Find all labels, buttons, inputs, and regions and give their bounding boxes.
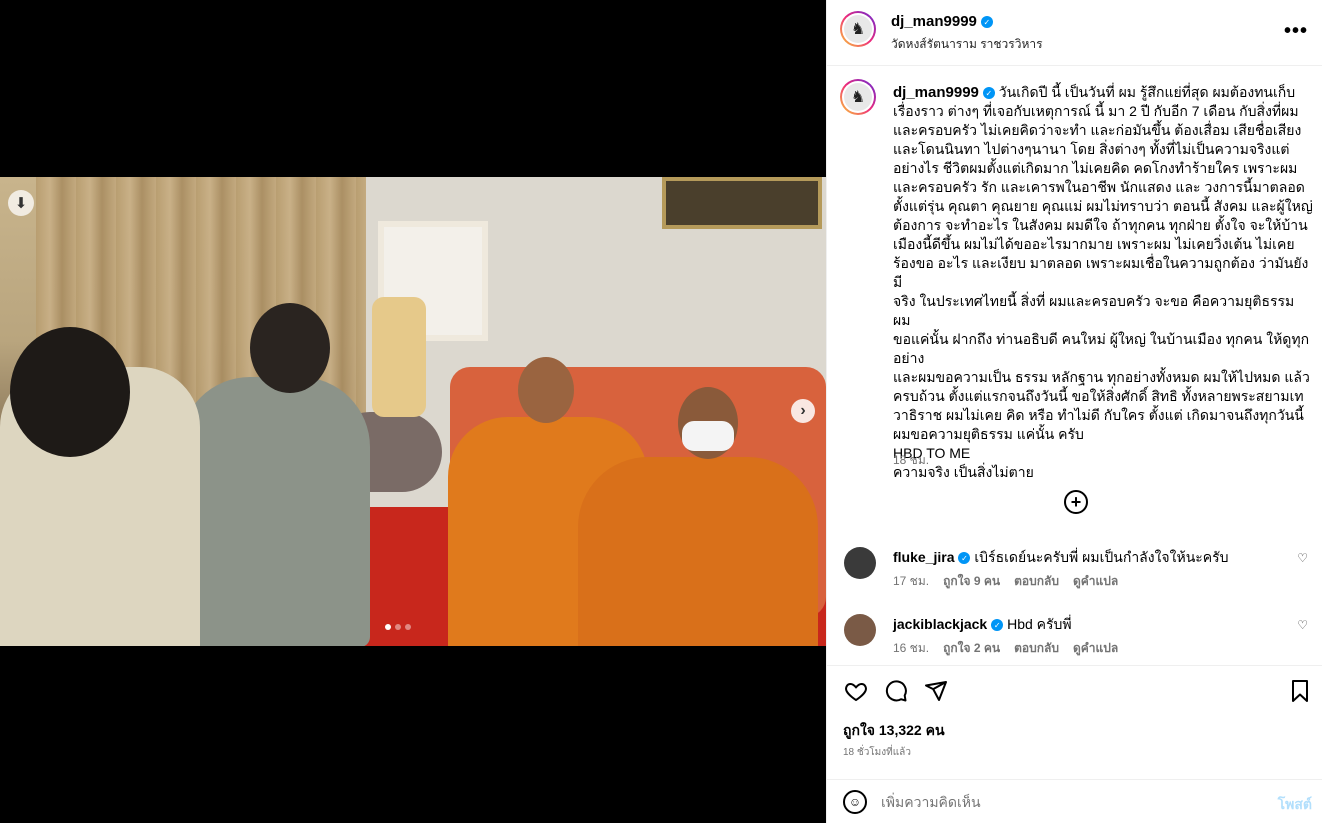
- comment-avatar[interactable]: [844, 614, 876, 646]
- heart-icon[interactable]: ♡: [1297, 551, 1308, 565]
- caption: dj_man9999 ✓ วันเกิดปี นี้ เป็นวันที่ ผม …: [893, 83, 1313, 482]
- comment-text: เบิร์ธเดย์นะครับพี่ ผมเป็นกำลังใจให้นะคร…: [974, 549, 1229, 565]
- heart-icon[interactable]: ♡: [1297, 618, 1308, 632]
- photo-man: [180, 303, 370, 646]
- post-comment-button[interactable]: โพสต์: [1278, 794, 1312, 816]
- comment-icon[interactable]: [883, 678, 909, 704]
- chevron-right-icon[interactable]: ›: [791, 399, 815, 423]
- photo-face-mask: [682, 421, 734, 451]
- photo-offering: [372, 297, 426, 417]
- avatar-ring[interactable]: ♞: [840, 11, 876, 47]
- carousel-dot: [395, 624, 401, 630]
- bookmark-icon[interactable]: [1287, 678, 1313, 704]
- caption-text: วันเกิดปี นี้ เป็นวันที่ ผม รู้สึกแย่ที่…: [893, 84, 1313, 480]
- action-bar: ถูกใจ 13,322 คน 18 ชั่วโมงที่แล้ว: [827, 665, 1322, 787]
- comment-username[interactable]: jackiblackjack: [893, 616, 987, 632]
- caption-username[interactable]: dj_man9999: [893, 84, 979, 101]
- verified-badge-icon: ✓: [958, 552, 971, 565]
- media-viewer: ⬇ ›: [0, 0, 826, 823]
- username-text[interactable]: dj_man9999: [891, 13, 977, 30]
- avatar: ♞: [844, 83, 872, 111]
- send-icon[interactable]: [923, 678, 949, 704]
- comment-item: fluke_jira ✓ เบิร์ธเดย์นะครับพี่ ผมเป็นกำ…: [827, 547, 1322, 607]
- comment-meta: 17 ชม. ถูกใจ 9 คน ตอบกลับ ดูคำแปล: [893, 572, 1118, 591]
- comment-text: Hbd ครับพี่: [1007, 616, 1072, 632]
- comment-reply-button[interactable]: ตอบกลับ: [1014, 572, 1059, 591]
- comment-input[interactable]: [881, 790, 1241, 814]
- post-timestamp: 18 ชั่วโมงที่แล้ว: [843, 747, 911, 758]
- likes-count[interactable]: ถูกใจ 13,322 คน: [843, 720, 945, 742]
- plus-circle-icon[interactable]: +: [1064, 490, 1088, 514]
- photo-woman-head: [10, 327, 130, 457]
- post-header: ♞ dj_man9999 ✓ วัดหงส์รัตนาราม ราชวรวิหาร…: [827, 0, 1322, 66]
- heart-icon[interactable]: [843, 678, 869, 704]
- comment-likes[interactable]: ถูกใจ 2 คน: [943, 639, 1000, 658]
- more-options-icon[interactable]: •••: [1284, 20, 1308, 43]
- comment-likes[interactable]: ถูกใจ 9 คน: [943, 572, 1000, 591]
- download-arrow-icon[interactable]: ⬇: [8, 190, 34, 216]
- comment-translate-button[interactable]: ดูคำแปล: [1073, 639, 1118, 658]
- caption-avatar-ring[interactable]: ♞: [840, 79, 876, 115]
- comment-body: jackiblackjack ✓ Hbd ครับพี่: [893, 614, 1072, 636]
- comment-reply-button[interactable]: ตอบกลับ: [1014, 639, 1059, 658]
- comment-translate-button[interactable]: ดูคำแปล: [1073, 572, 1118, 591]
- photo-plaque: [662, 177, 822, 229]
- comment-meta: 16 ชม. ถูกใจ 2 คน ตอบกลับ ดูคำแปล: [893, 639, 1118, 658]
- caption-area: ♞ dj_man9999 ✓ วันเกิดปี นี้ เป็นวันที่ ผ…: [827, 67, 1322, 667]
- photo-woman: [0, 327, 200, 646]
- verified-badge-icon: ✓: [982, 87, 995, 100]
- post-username[interactable]: dj_man9999 ✓: [891, 13, 993, 30]
- comment-time: 16 ชม.: [893, 641, 930, 655]
- photo-monk-left-head: [518, 357, 574, 423]
- verified-badge-icon: ✓: [980, 16, 993, 29]
- photo-monk-right: [578, 387, 818, 646]
- comment-body: fluke_jira ✓ เบิร์ธเดย์นะครับพี่ ผมเป็นกำ…: [893, 547, 1229, 569]
- caption-time: 18 ชม.: [893, 453, 930, 467]
- comment-avatar[interactable]: [844, 547, 876, 579]
- carousel-dot: [385, 624, 391, 630]
- comment-username[interactable]: fluke_jira: [893, 549, 954, 565]
- carousel-dots: [385, 624, 411, 630]
- verified-badge-icon: ✓: [991, 619, 1004, 632]
- comment-time: 17 ชม.: [893, 574, 930, 588]
- emoji-icon[interactable]: ☺: [843, 790, 867, 814]
- add-comment-bar: ☺ โพสต์: [827, 779, 1322, 823]
- post-photo[interactable]: [0, 177, 826, 646]
- carousel-dot: [405, 624, 411, 630]
- photo-man-head: [250, 303, 330, 393]
- avatar: ♞: [844, 15, 872, 43]
- post-panel: ♞ dj_man9999 ✓ วัดหงส์รัตนาราม ราชวรวิหาร…: [826, 0, 1322, 823]
- post-location[interactable]: วัดหงส์รัตนาราม ราชวรวิหาร: [891, 35, 1043, 54]
